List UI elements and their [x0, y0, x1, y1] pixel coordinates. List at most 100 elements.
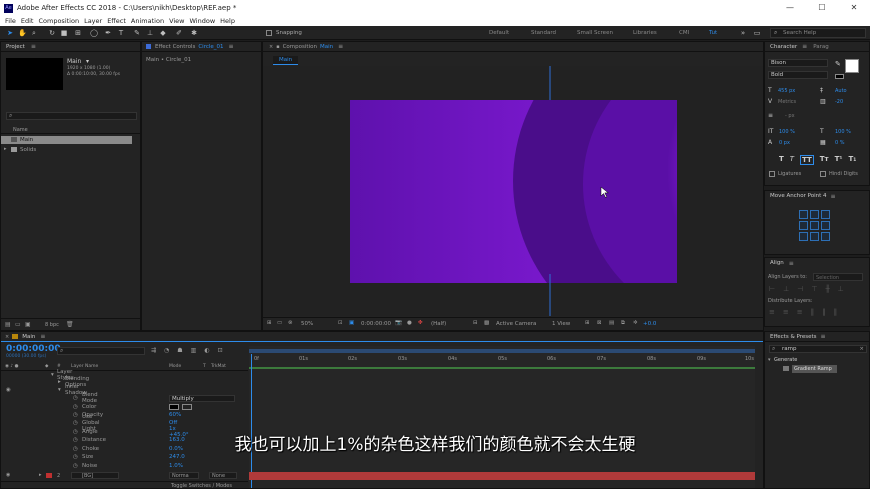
- align-right-icon[interactable]: ⊣: [797, 285, 803, 293]
- maximize-icon[interactable]: ☐: [806, 0, 838, 16]
- region-icon[interactable]: ▭: [277, 320, 282, 326]
- timeline-timecode[interactable]: 0:00:00:00: [6, 344, 61, 354]
- distribute-vcenter-icon[interactable]: ≡: [783, 308, 789, 316]
- tracking-value[interactable]: -20: [835, 99, 843, 105]
- font-size-value[interactable]: 455 px: [778, 88, 795, 94]
- layer-name-column[interactable]: Layer Name: [71, 364, 98, 369]
- align-bottom-icon[interactable]: ⊥: [838, 285, 844, 293]
- camera-tool-icon[interactable]: ■: [60, 29, 68, 37]
- puppet-tool-icon[interactable]: ✱: [190, 29, 198, 37]
- expand-icon[interactable]: ▾: [58, 387, 61, 393]
- layer-name-field[interactable]: [BG]: [71, 472, 119, 479]
- clone-stamp-tool-icon[interactable]: ⊥: [146, 29, 154, 37]
- channel-icon[interactable]: ●: [407, 320, 412, 326]
- anchor-top-left-button[interactable]: [799, 210, 808, 219]
- stroke-color-swatch[interactable]: [835, 74, 844, 79]
- view-layout-select[interactable]: 1 View: [552, 321, 570, 327]
- panel-menu-icon[interactable]: ≡: [229, 43, 234, 50]
- selection-tool-icon[interactable]: ➤: [6, 29, 14, 37]
- eraser-tool-icon[interactable]: ◆: [159, 29, 167, 37]
- timeline-search-input[interactable]: ⌕: [57, 347, 145, 355]
- vertical-scale-value[interactable]: 100 %: [779, 129, 795, 135]
- close-icon[interactable]: ×: [5, 334, 9, 340]
- trash-icon[interactable]: 🗑: [66, 321, 74, 328]
- faux-italic-button[interactable]: T: [790, 155, 794, 165]
- comp-view-tab[interactable]: Main: [273, 56, 299, 65]
- list-item[interactable]: Main: [1, 136, 132, 144]
- anchor-center-button[interactable]: [810, 221, 819, 230]
- eye-icon[interactable]: ◉: [6, 472, 10, 478]
- horizontal-scale-value[interactable]: 100 %: [835, 129, 851, 135]
- current-time[interactable]: 0:00:00:00: [361, 321, 391, 327]
- comp-viewer[interactable]: [263, 66, 763, 316]
- flowchart-icon[interactable]: ⧉: [621, 320, 625, 327]
- effect-category[interactable]: Generate: [774, 357, 797, 363]
- font-style-select[interactable]: Bold: [768, 71, 828, 79]
- anchor-middle-right-button[interactable]: [821, 221, 830, 230]
- expand-icon[interactable]: ▸: [39, 472, 42, 478]
- menu-edit[interactable]: Edit: [21, 17, 34, 25]
- align-hcenter-icon[interactable]: ⊥: [783, 285, 789, 293]
- faux-bold-button[interactable]: T: [779, 155, 784, 165]
- menu-help[interactable]: Help: [220, 17, 235, 25]
- comp-canvas[interactable]: [263, 66, 763, 316]
- panel-menu-icon[interactable]: ≡: [831, 193, 836, 200]
- character-tab[interactable]: Character: [770, 44, 797, 50]
- effect-controls-tab[interactable]: Effect Controls: [155, 44, 195, 50]
- tsume-value[interactable]: 0 %: [835, 140, 845, 146]
- search-help-field[interactable]: ⌕ Search Help: [770, 28, 866, 38]
- trkmat-select[interactable]: None: [209, 472, 237, 479]
- chevron-right-icon[interactable]: ▸: [4, 146, 7, 152]
- baseline-shift-value[interactable]: 0 px: [779, 140, 790, 146]
- timeline-tracks[interactable]: 0f 01s 02s 03s 04s 05s 06s 07s 08s 09s 1…: [249, 346, 755, 488]
- hand-tool-icon[interactable]: ✋: [18, 29, 27, 37]
- distribute-bottom-icon[interactable]: ≡: [797, 308, 803, 316]
- ligatures-checkbox[interactable]: [769, 171, 775, 177]
- align-left-icon[interactable]: ⊢: [769, 285, 775, 293]
- property-value[interactable]: 1.0%: [169, 463, 183, 469]
- sync-settings-icon[interactable]: ▭: [753, 29, 761, 37]
- align-to-select[interactable]: Selection: [813, 273, 863, 281]
- project-search-input[interactable]: ⌕: [6, 112, 137, 120]
- rotate-tool-icon[interactable]: ↻: [48, 29, 56, 37]
- stopwatch-icon[interactable]: ◷: [73, 404, 78, 410]
- bg-layer-bar[interactable]: [249, 472, 755, 480]
- paragraph-tab[interactable]: Parag: [813, 44, 829, 50]
- bpc-label[interactable]: 8 bpc: [45, 322, 59, 328]
- timeline-icon[interactable]: ▤: [609, 320, 614, 326]
- menu-composition[interactable]: Composition: [38, 17, 79, 25]
- subscript-button[interactable]: T₁: [848, 155, 856, 165]
- region-of-interest-icon[interactable]: ⊟: [473, 320, 478, 326]
- menu-window[interactable]: Window: [190, 17, 216, 25]
- expand-icon[interactable]: ▾: [51, 372, 54, 378]
- anchor-bottom-left-button[interactable]: [799, 232, 808, 241]
- workspace-tut[interactable]: Tut: [709, 30, 717, 36]
- stopwatch-icon[interactable]: ◷: [73, 395, 78, 401]
- anchor-top-center-button[interactable]: [810, 210, 819, 219]
- leading-value[interactable]: Auto: [835, 88, 847, 94]
- panel-menu-icon[interactable]: ≡: [802, 43, 807, 50]
- playhead[interactable]: [251, 354, 252, 488]
- workspace-small-screen[interactable]: Small Screen: [577, 30, 613, 36]
- small-caps-button[interactable]: Tᴛ: [820, 155, 829, 165]
- lock-icon[interactable]: ▪: [276, 44, 279, 50]
- menu-effect[interactable]: Effect: [107, 17, 126, 25]
- transparency-grid-icon[interactable]: ▩: [484, 320, 489, 326]
- mask-icon[interactable]: ⊗: [288, 320, 293, 326]
- distribute-right-icon[interactable]: ‖: [834, 308, 838, 316]
- lock-icon[interactable]: [146, 44, 151, 49]
- effects-search-input[interactable]: ⌕ ramp ×: [769, 345, 867, 353]
- anchor-bottom-right-button[interactable]: [821, 232, 830, 241]
- chevron-down-icon[interactable]: ▾: [86, 58, 89, 65]
- superscript-button[interactable]: T¹: [835, 155, 843, 165]
- effect-item[interactable]: Gradient Ramp: [792, 365, 837, 373]
- layer-mode-select[interactable]: Norma: [169, 472, 199, 479]
- minimize-icon[interactable]: —: [774, 0, 806, 16]
- workspace-standard[interactable]: Standard: [531, 30, 556, 36]
- toggle-switches-modes[interactable]: Toggle Switches / Modes: [171, 483, 232, 489]
- clear-search-icon[interactable]: ×: [859, 346, 864, 352]
- project-tab[interactable]: Project: [6, 44, 25, 50]
- bg-layer-row[interactable]: ◉ ▸ 2 [BG] Norma None: [1, 472, 248, 480]
- fast-previews-icon[interactable]: ⊠: [597, 320, 602, 326]
- all-caps-button[interactable]: TT: [800, 155, 814, 165]
